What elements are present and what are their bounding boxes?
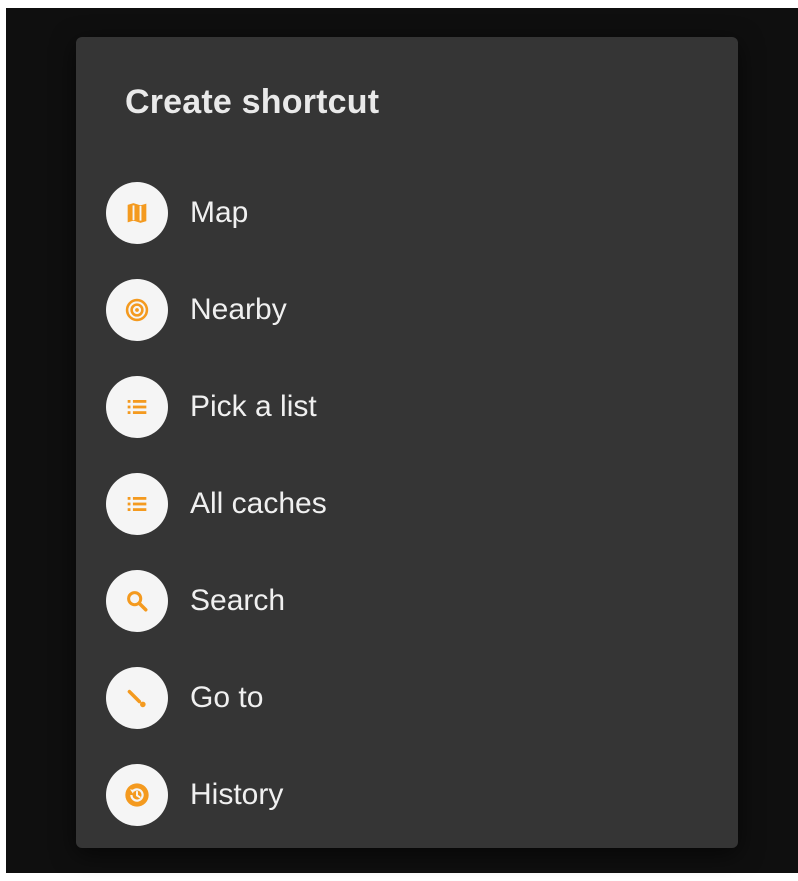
shortcut-item-map[interactable]: Map (106, 164, 706, 261)
shortcut-item-search[interactable]: Search (106, 552, 706, 649)
shortcut-label-history: History (190, 777, 284, 811)
search-icon (106, 569, 168, 632)
shortcut-label-all-caches: All caches (190, 486, 327, 520)
dialog-title: Create shortcut (125, 83, 380, 121)
shortcut-list: Map Nearby Pick a list All caches Search… (106, 164, 706, 843)
shortcut-item-pick-a-list[interactable]: Pick a list (106, 358, 706, 455)
screen-background: Create shortcut Map Nearby Pick a list A… (6, 8, 798, 873)
shortcut-item-all-caches[interactable]: All caches (106, 455, 706, 552)
shortcut-item-nearby[interactable]: Nearby (106, 261, 706, 358)
shortcut-item-history[interactable]: History (106, 746, 706, 843)
shortcut-label-search: Search (190, 583, 286, 617)
list-icon (106, 472, 168, 535)
shortcut-label-map: Map (190, 195, 249, 229)
create-shortcut-dialog: Create shortcut Map Nearby Pick a list A… (76, 37, 738, 848)
shortcut-label-nearby: Nearby (190, 292, 287, 326)
history-icon (106, 763, 168, 826)
shortcut-label-pick-a-list: Pick a list (190, 389, 317, 423)
map-icon (106, 181, 168, 244)
goto-icon (106, 666, 168, 729)
list-icon (106, 375, 168, 438)
nearby-icon (106, 278, 168, 341)
shortcut-label-go-to: Go to (190, 680, 264, 714)
shortcut-item-go-to[interactable]: Go to (106, 649, 706, 746)
